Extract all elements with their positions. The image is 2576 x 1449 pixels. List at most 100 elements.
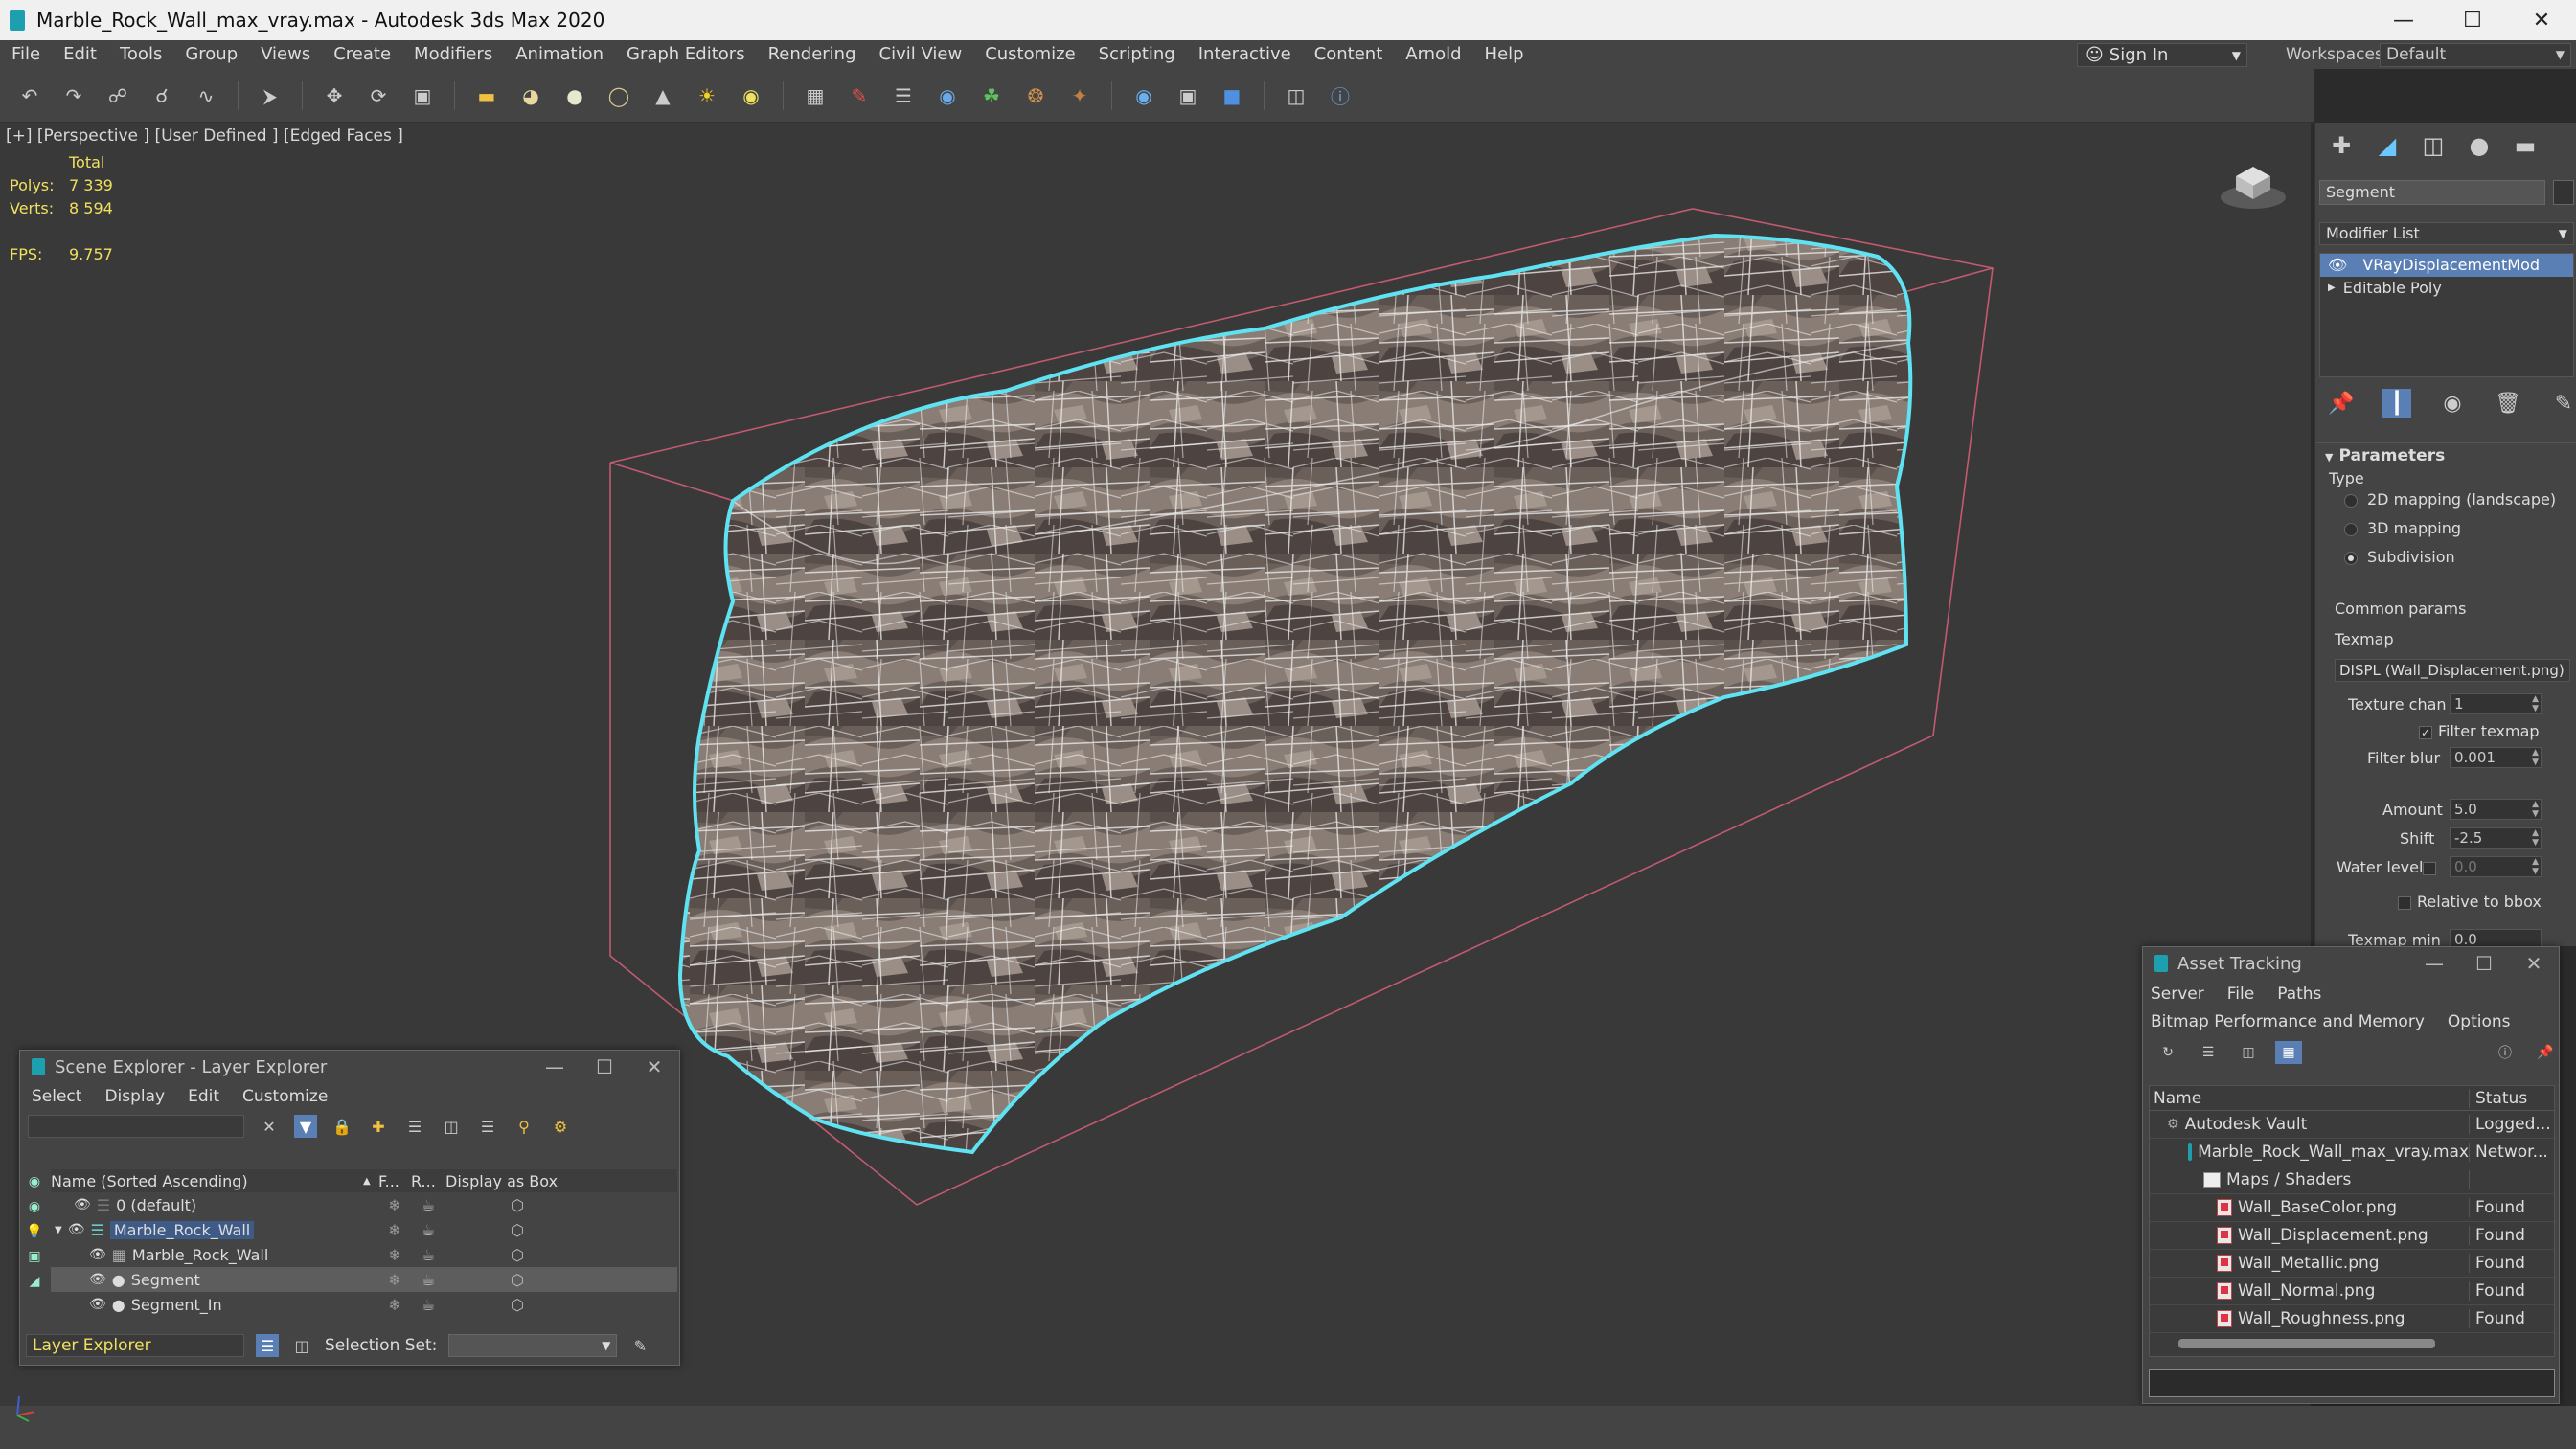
se-menu-customize[interactable]: Customize bbox=[231, 1087, 339, 1106]
spinner-arrows-icon[interactable]: ▲ ▼ bbox=[2532, 828, 2539, 848]
viewcube-icon[interactable] bbox=[2215, 155, 2291, 213]
table-row[interactable]: 👁 ▦ Marble_Rock_Wall ❄ ☕ ⬡ bbox=[51, 1242, 677, 1267]
minimize-button[interactable]: — bbox=[2369, 0, 2438, 40]
pin-stack-icon[interactable]: 📌 bbox=[2327, 389, 2356, 418]
menu-help[interactable]: Help bbox=[1473, 40, 1536, 69]
maximize-button[interactable]: ☐ bbox=[2438, 0, 2507, 40]
menu-tools[interactable]: Tools bbox=[108, 40, 173, 69]
texture-chan-spinner[interactable]: 1 ▲ ▼ bbox=[2450, 693, 2542, 714]
render-icon[interactable]: ■ bbox=[1220, 83, 1244, 108]
remove-modifier-icon[interactable]: 🗑 bbox=[2494, 389, 2522, 418]
render-teapot-icon[interactable]: ☕ bbox=[411, 1196, 445, 1214]
configure-sets-icon[interactable]: ✎ bbox=[2549, 389, 2576, 418]
object-color-swatch[interactable] bbox=[2553, 180, 2574, 205]
render-teapot-icon[interactable]: ☕ bbox=[411, 1246, 445, 1264]
render-frame-icon[interactable]: ▣ bbox=[1175, 83, 1200, 108]
grid-snap-icon[interactable]: ▦ bbox=[803, 83, 828, 108]
menu-modifiers[interactable]: Modifiers bbox=[402, 40, 504, 69]
filter-texmap-checkbox[interactable]: ✓ bbox=[2419, 726, 2432, 739]
radio-2d-mapping[interactable] bbox=[2344, 494, 2358, 508]
water-level-checkbox[interactable] bbox=[2423, 862, 2436, 875]
box-icon[interactable]: ⬡ bbox=[445, 1271, 589, 1289]
column-render-header[interactable]: R... bbox=[411, 1172, 445, 1190]
se-menu-select[interactable]: Select bbox=[20, 1087, 93, 1106]
display-tab-icon[interactable]: ▬ bbox=[2511, 131, 2540, 160]
menu-rendering[interactable]: Rendering bbox=[757, 40, 868, 69]
rotate-icon[interactable]: ⟳ bbox=[366, 83, 391, 108]
explorer-type-dropdown[interactable]: Layer Explorer bbox=[26, 1334, 244, 1357]
table-row[interactable]: Maps / Shaders bbox=[2150, 1166, 2554, 1194]
workspace-select[interactable]: Default ▼ bbox=[2380, 43, 2571, 67]
bind-space-warp-icon[interactable]: ∿ bbox=[194, 83, 218, 108]
lock-icon[interactable]: 🔒 bbox=[331, 1115, 353, 1138]
clear-search-icon[interactable]: ✕ bbox=[258, 1115, 281, 1138]
menu-scripting[interactable]: Scripting bbox=[1087, 40, 1187, 69]
help-icon[interactable]: ⓘ bbox=[1328, 83, 1353, 108]
render-teapot-icon[interactable]: ☕ bbox=[411, 1221, 445, 1239]
filter-blur-spinner[interactable]: 0.001 ▲ ▼ bbox=[2450, 747, 2542, 768]
eye-icon[interactable]: 👁 bbox=[74, 1197, 91, 1212]
table-row[interactable]: Wall_Roughness.png Found bbox=[2150, 1305, 2554, 1333]
help-icon[interactable]: ⓘ bbox=[2492, 1041, 2519, 1064]
paint-icon[interactable]: ✎ bbox=[847, 83, 872, 108]
stack-icon[interactable]: ☰ bbox=[476, 1115, 499, 1138]
texmap-button[interactable]: DISPL (Wall_Displacement.png) bbox=[2335, 659, 2570, 682]
expand-arrow-icon[interactable]: ▶ bbox=[2328, 277, 2336, 300]
selection-set-editor-icon[interactable]: ✎ bbox=[628, 1334, 651, 1357]
spinner-arrows-icon[interactable]: ▲ ▼ bbox=[2532, 748, 2539, 767]
menu-content[interactable]: Content bbox=[1303, 40, 1395, 69]
table-row[interactable]: Wall_BaseColor.png Found bbox=[2150, 1194, 2554, 1222]
filter-icon[interactable]: ▼ bbox=[294, 1115, 317, 1138]
tree-view-icon[interactable]: ◫ bbox=[2235, 1041, 2262, 1064]
table-row[interactable]: 👁 ● Segment_In ❄ ☕ ⬡ bbox=[51, 1292, 677, 1317]
unlink-icon[interactable]: ☌ bbox=[149, 83, 174, 108]
at-menu-file[interactable]: File bbox=[2227, 985, 2254, 1004]
render-setup-icon[interactable]: ◉ bbox=[1131, 83, 1156, 108]
sign-in-dropdown[interactable]: ☺ Sign In ▼ bbox=[2077, 43, 2247, 67]
at-menu-options[interactable]: Options bbox=[2448, 1012, 2511, 1031]
list-view-icon[interactable]: ☰ bbox=[2195, 1041, 2222, 1064]
table-row[interactable]: Wall_Metallic.png Found bbox=[2150, 1250, 2554, 1278]
layer-explorer-icon[interactable]: ☰ bbox=[256, 1334, 279, 1357]
menu-graph-editors[interactable]: Graph Editors bbox=[615, 40, 757, 69]
box-icon[interactable]: ⬡ bbox=[445, 1221, 589, 1239]
menu-file[interactable]: File bbox=[0, 40, 52, 69]
layer-icon[interactable]: ◫ bbox=[1284, 83, 1309, 108]
table-row[interactable]: ⚙ Autodesk Vault Logged... bbox=[2150, 1111, 2554, 1139]
menu-edit[interactable]: Edit bbox=[52, 40, 108, 69]
relative-to-bbox-checkbox[interactable] bbox=[2398, 896, 2411, 910]
scale-icon[interactable]: ▣ bbox=[410, 83, 435, 108]
omni-light-icon[interactable]: ◉ bbox=[739, 83, 764, 108]
se-menu-display[interactable]: Display bbox=[93, 1087, 176, 1106]
pin-icon[interactable]: 📌 bbox=[2532, 1041, 2559, 1064]
sun-light-icon[interactable]: ☀ bbox=[695, 83, 719, 108]
eye-icon[interactable]: 👁 bbox=[68, 1222, 85, 1237]
eye-icon[interactable]: 👁 bbox=[89, 1297, 106, 1312]
settings-icon[interactable]: ⚙ bbox=[549, 1115, 572, 1138]
menu-interactive[interactable]: Interactive bbox=[1187, 40, 1303, 69]
show-end-result-icon[interactable]: ┃ bbox=[2382, 389, 2411, 418]
layers-icon[interactable]: ☰ bbox=[403, 1115, 426, 1138]
menu-group[interactable]: Group bbox=[173, 40, 249, 69]
render-teapot-icon[interactable]: ☕ bbox=[411, 1271, 445, 1289]
close-button[interactable]: ✕ bbox=[629, 1055, 679, 1078]
texmap-min-spinner[interactable]: 0.0 bbox=[2450, 929, 2542, 946]
menu-arnold[interactable]: Arnold bbox=[1394, 40, 1472, 69]
menu-customize[interactable]: Customize bbox=[973, 40, 1086, 69]
link-icon[interactable]: ☍ bbox=[105, 83, 130, 108]
close-button[interactable]: ✕ bbox=[2509, 952, 2559, 975]
refresh-icon[interactable]: ↻ bbox=[2154, 1041, 2181, 1064]
asset-tracking-titlebar[interactable]: Asset Tracking — ☐ ✕ bbox=[2143, 947, 2559, 980]
motion-tab-icon[interactable]: ● bbox=[2465, 131, 2494, 160]
freeze-icon[interactable]: ❄ bbox=[378, 1246, 411, 1264]
material-icon[interactable]: ❂ bbox=[1023, 83, 1048, 108]
plant-icon[interactable]: ☘ bbox=[979, 83, 1004, 108]
shift-spinner[interactable]: -2.5 ▲ ▼ bbox=[2450, 827, 2542, 849]
dome-primitive-icon[interactable]: ◕ bbox=[518, 83, 543, 108]
eye-icon[interactable]: 👁 bbox=[89, 1247, 106, 1262]
parameters-rollout-header[interactable]: ▼ Parameters bbox=[2315, 442, 2576, 467]
scene-explorer-search-input[interactable] bbox=[28, 1115, 244, 1138]
column-name-header[interactable]: Name (Sorted Ascending) bbox=[51, 1172, 363, 1190]
eye-icon[interactable]: 👁 bbox=[2328, 254, 2347, 277]
table-row[interactable]: Marble_Rock_Wall_max_vray.max Networ... bbox=[2150, 1139, 2554, 1166]
